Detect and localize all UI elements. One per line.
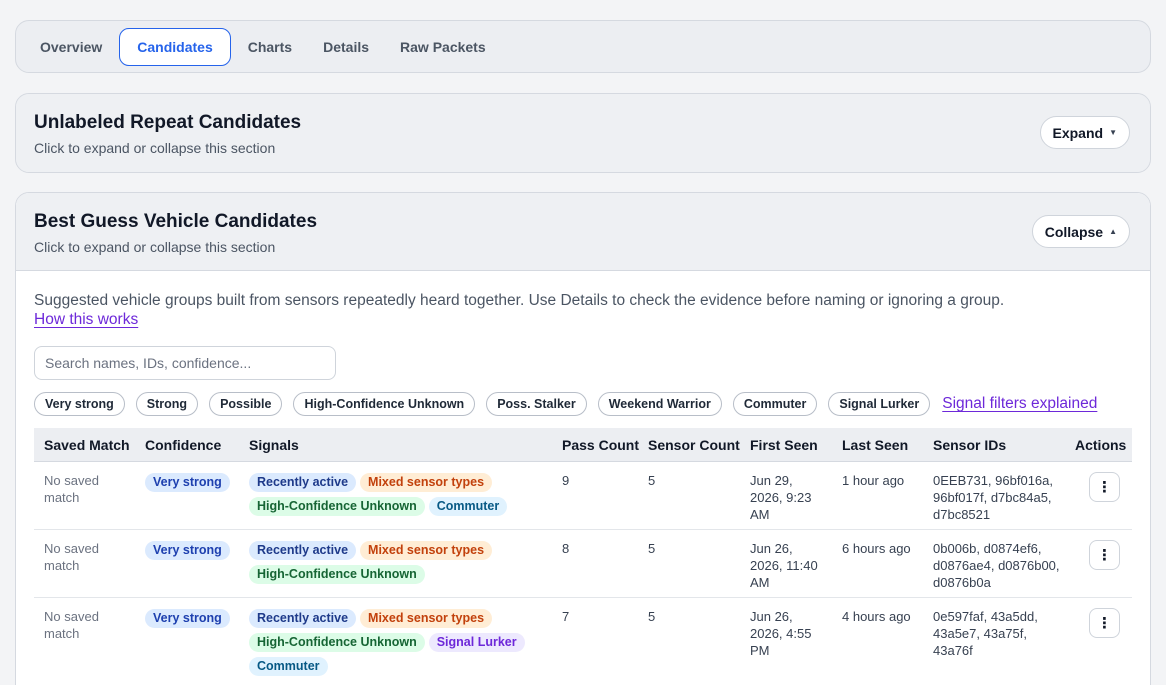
section-subtitle: Click to expand or collapse this section [34,239,276,255]
first-seen-cell: Jun 26, 2026, 4:55 PM [750,609,812,658]
signal-badge: High-Confidence Unknown [249,633,425,652]
last-seen-cell: 6 hours ago [842,541,911,556]
confidence-cell: Very strong [145,609,230,628]
signal-badge: Commuter [249,657,328,676]
last-seen-cell: 1 hour ago [842,473,905,488]
signal-badge: High-Confidence Unknown [249,497,425,516]
confidence-badge: Very strong [145,473,230,492]
filter-chip-very-strong[interactable]: Very strong [34,392,125,416]
table-row[interactable]: No saved match Very strong Recently acti… [34,461,1132,529]
collapse-label: Collapse [1044,223,1104,240]
col-saved-match[interactable]: Saved Match [44,437,130,453]
caret-up-icon: ▲ [1109,227,1117,236]
pass-count-cell: 9 [562,473,570,488]
first-seen-cell: Jun 26, 2026, 11:40 AM [750,541,818,590]
col-pass-count[interactable]: Pass Count [562,437,639,453]
signal-filters-explained-link[interactable]: Signal filters explained [942,395,1097,413]
table-body: No saved match Very strong Recently acti… [34,461,1132,676]
more-vertical-icon: ⋮ [1097,547,1112,564]
signal-badge: Recently active [249,473,357,492]
col-signals[interactable]: Signals [249,437,299,453]
sensor-ids-cell: 0b006b, d0874ef6, d0876ae4, d0876b00, d0… [933,541,1060,590]
expand-label: Expand [1052,124,1104,141]
last-seen-cell: 4 hours ago [842,609,911,624]
signals-cell: Recently active Mixed sensor types High-Co… [249,541,549,584]
best-guess-section: Best Guess Vehicle Candidates Click to e… [15,192,1151,685]
first-seen-cell: Jun 29, 2026, 9:23 AM [750,473,812,522]
confidence-badge: Very strong [145,609,230,628]
signal-badge: High-Confidence Unknown [249,565,425,584]
filter-chip-signal-lurker[interactable]: Signal Lurker [828,392,931,416]
col-sensor-ids[interactable]: Sensor IDs [933,437,1006,453]
signal-badge: Recently active [249,541,357,560]
filter-chip-possible[interactable]: Possible [209,392,283,416]
confidence-badge: Very strong [145,541,230,560]
tab-raw-packets[interactable]: Raw Packets [386,28,500,66]
table-header: Saved Match Confidence Signals Pass Coun… [34,428,1132,461]
col-last-seen[interactable]: Last Seen [842,437,908,453]
section-title: Best Guess Vehicle Candidates [34,211,318,232]
section-title: Unlabeled Repeat Candidates [34,112,302,133]
signal-filter-chips: Very strong Strong Possible High-Confide… [34,392,1097,416]
more-vertical-icon: ⋮ [1097,615,1112,632]
sensor-count-cell: 5 [648,541,656,556]
expand-button[interactable]: Expand ▼ [1039,116,1130,149]
filter-chip-high-confidence-unknown[interactable]: High-Confidence Unknown [293,392,476,416]
signal-badge: Mixed sensor types [360,541,493,560]
sensor-ids-cell: 0e597faf, 43a5dd, 43a5e7, 43a75f, 43a76f [933,609,1038,658]
confidence-cell: Very strong [145,541,230,560]
signal-badge: Mixed sensor types [360,473,493,492]
row-actions-button[interactable]: ⋮ [1089,472,1120,502]
tab-charts[interactable]: Charts [234,28,306,66]
signals-cell: Recently active Mixed sensor types High-Co… [249,609,549,676]
tab-candidates[interactable]: Candidates [119,27,231,66]
col-first-seen[interactable]: First Seen [750,437,818,453]
how-this-works-link[interactable]: How this works [34,311,138,329]
table-row[interactable]: No saved match Very strong Recently acti… [34,529,1132,597]
saved-match-cell: No saved match [44,609,99,641]
candidates-table: Saved Match Confidence Signals Pass Coun… [34,428,1132,676]
col-confidence[interactable]: Confidence [145,437,221,453]
signal-badge: Commuter [428,497,508,516]
sensor-ids-cell: 0EEB731, 96bf016a, 96bf017f, d7bc84a5, d… [933,473,1053,522]
section-header[interactable]: Best Guess Vehicle Candidates Click to e… [16,193,1150,271]
sensor-count-cell: 5 [648,609,656,624]
signal-badge: Recently active [249,609,357,628]
row-actions-button[interactable]: ⋮ [1089,608,1120,638]
filter-chip-weekend-warrior[interactable]: Weekend Warrior [597,392,722,416]
tab-overview[interactable]: Overview [26,28,116,66]
saved-match-cell: No saved match [44,473,99,505]
collapse-button[interactable]: Collapse ▲ [1031,215,1130,248]
row-actions-button[interactable]: ⋮ [1089,540,1120,570]
table-row[interactable]: No saved match Very strong Recently acti… [34,597,1132,676]
unlabeled-repeat-section: Unlabeled Repeat Candidates Click to exp… [15,93,1151,173]
confidence-cell: Very strong [145,473,230,492]
section-description: Suggested vehicle groups built from sens… [34,292,1005,309]
signal-badge: Mixed sensor types [360,609,493,628]
col-actions: Actions [1075,437,1127,453]
section-header[interactable]: Unlabeled Repeat Candidates Click to exp… [16,94,1150,172]
col-sensor-count[interactable]: Sensor Count [648,437,740,453]
filter-chip-strong[interactable]: Strong [135,392,199,416]
sensor-count-cell: 5 [648,473,656,488]
more-vertical-icon: ⋮ [1097,479,1112,496]
pass-count-cell: 8 [562,541,570,556]
filter-chip-poss-stalker[interactable]: Poss. Stalker [486,392,587,416]
signals-cell: Recently active Mixed sensor types High-Co… [249,473,549,516]
filter-chip-commuter[interactable]: Commuter [732,392,818,416]
tab-bar: Overview Candidates Charts Details Raw P… [15,20,1151,73]
section-subtitle: Click to expand or collapse this section [34,140,276,156]
pass-count-cell: 7 [562,609,570,624]
saved-match-cell: No saved match [44,541,99,573]
caret-down-icon: ▼ [1109,128,1117,137]
tab-details[interactable]: Details [309,28,383,66]
search-input[interactable] [34,346,336,380]
signal-badge: Signal Lurker [428,633,525,652]
